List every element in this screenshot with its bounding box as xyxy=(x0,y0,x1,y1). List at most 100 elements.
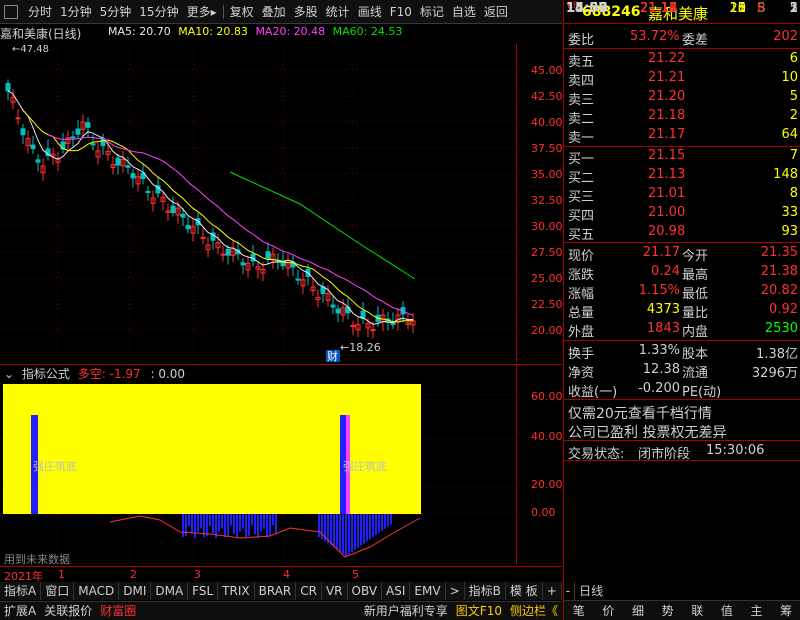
quote-tab[interactable]: 筹 xyxy=(771,602,800,619)
tab-dma[interactable]: DMA xyxy=(151,582,189,600)
stat-value: 1.15% xyxy=(638,283,680,298)
histogram-bar xyxy=(242,514,244,529)
weibi-value: 53.72% xyxy=(630,29,680,44)
tab-template[interactable]: 模 板 xyxy=(506,582,543,600)
tab-dmi[interactable]: DMI xyxy=(119,582,152,600)
quote-tab[interactable]: 笔 xyxy=(564,602,594,619)
indicator-collapse-icon[interactable]: ⌄ xyxy=(4,365,14,383)
draw-line-button[interactable]: 画线 xyxy=(354,0,386,24)
candle-body xyxy=(35,159,41,163)
bid-label: 买三 xyxy=(568,190,595,205)
tab-obv[interactable]: OBV xyxy=(348,582,383,600)
ask-volume: 64 xyxy=(781,127,798,142)
tab-asi[interactable]: ASI xyxy=(382,582,411,600)
bid-price: 21.01 xyxy=(648,186,686,201)
ma-legend: MA5: 20.70 MA10: 20.83 MA20: 20.48 MA60:… xyxy=(108,25,402,38)
high-price-mark: ←47.48 xyxy=(12,44,49,55)
low-price-mark: ←18.26 xyxy=(340,341,381,354)
ask-price: 21.17 xyxy=(648,127,686,142)
tab-vr[interactable]: VR xyxy=(322,582,348,600)
month-label: 3 xyxy=(194,568,201,581)
price-tick: 30.00 xyxy=(531,220,563,233)
histogram-bar xyxy=(257,514,259,538)
status-time: 15:30:06 xyxy=(706,443,765,458)
tab-15min[interactable]: 15分钟 xyxy=(135,0,182,24)
candle-body xyxy=(145,190,151,193)
multi-stock-button[interactable]: 多股 xyxy=(290,0,322,24)
promo-profit-text: 公司已盈利 投票权无差异 xyxy=(568,425,727,441)
stat-value: 1.38亿 xyxy=(756,347,798,362)
divider xyxy=(564,340,800,341)
ask-label: 卖二 xyxy=(568,112,595,127)
candle-body xyxy=(350,325,356,328)
indicator-name[interactable]: 指标公式 xyxy=(22,367,70,381)
tab-window[interactable]: 窗口 xyxy=(41,582,75,600)
tab-indicator-a[interactable]: 指标A xyxy=(0,582,42,600)
ask-volume: 2 xyxy=(789,108,798,123)
quote-tab[interactable]: 势 xyxy=(653,602,683,619)
wealth-circle-button[interactable]: 财富圈 xyxy=(96,602,140,620)
candle-body xyxy=(75,128,81,135)
watchlist-button[interactable]: 自选 xyxy=(448,0,480,24)
weibi-label: 委比 xyxy=(568,33,595,48)
back-button[interactable]: 返回 xyxy=(480,0,512,24)
indicator-chart[interactable]: 强庄筑底 强庄筑底 xyxy=(0,382,516,564)
stat-label: 涨幅 xyxy=(568,287,595,302)
histogram-bar xyxy=(224,514,226,538)
quote-tab[interactable]: 联 xyxy=(683,602,713,619)
tab-5min[interactable]: 5分钟 xyxy=(96,0,136,24)
indicator-second-value: : 0.00 xyxy=(150,367,186,381)
tab-trix[interactable]: TRIX xyxy=(218,582,255,600)
tab-emv[interactable]: EMV xyxy=(410,582,446,600)
histogram-bar xyxy=(239,514,241,532)
candle-body xyxy=(90,143,96,146)
quote-tab[interactable]: 价 xyxy=(594,602,624,619)
tab-indicator-b[interactable]: 指标B xyxy=(465,582,506,600)
histogram-bar xyxy=(333,514,335,548)
fuquan-button[interactable]: 复权 xyxy=(226,0,258,24)
stat-label: 内盘 xyxy=(682,325,709,340)
tab-next-arrow[interactable]: > xyxy=(446,582,465,600)
month-label: 1 xyxy=(58,568,65,581)
f10-button[interactable]: F10 xyxy=(386,0,416,24)
extend-a-button[interactable]: 扩展A xyxy=(0,602,40,620)
histogram-bar xyxy=(348,514,350,554)
promo-profit[interactable]: 公司已盈利 投票权无差异 xyxy=(564,421,800,441)
bid-volume: 33 xyxy=(781,205,798,220)
histogram-bar xyxy=(263,514,265,529)
bid-label: 买四 xyxy=(568,209,595,224)
f10-graphic-button[interactable]: 图文F10 xyxy=(452,602,506,620)
tab-cr[interactable]: CR xyxy=(296,582,322,600)
histogram-bar xyxy=(381,514,383,531)
quote-tab[interactable]: 主 xyxy=(742,602,772,619)
tab-1min[interactable]: 1分钟 xyxy=(56,0,96,24)
promo-level2[interactable]: 仅需20元查看千档行情 xyxy=(564,402,800,422)
zoom-in-button[interactable]: + xyxy=(543,582,562,600)
quote-tab[interactable]: 细 xyxy=(623,602,653,619)
quote-tab[interactable]: 值 xyxy=(712,602,742,619)
more-label: 更多 xyxy=(186,4,211,19)
new-user-promo-link[interactable]: 新用户福利专享 xyxy=(360,602,452,620)
candle-body xyxy=(30,144,36,150)
tab-brar[interactable]: BRAR xyxy=(255,582,297,600)
window-menu-icon[interactable] xyxy=(4,5,18,19)
overlay-button[interactable]: 叠加 xyxy=(258,0,290,24)
weibi-row: 委比 53.72% 委差 202 xyxy=(564,28,800,48)
mark-button[interactable]: 标记 xyxy=(416,0,448,24)
stat-label: 现价 xyxy=(568,249,595,264)
candle-body xyxy=(20,128,26,136)
tab-macd[interactable]: MACD xyxy=(74,582,120,600)
candle-body xyxy=(85,122,91,128)
stats-button[interactable]: 统计 xyxy=(322,0,354,24)
sidebar-toggle-button[interactable]: 侧边栏《 xyxy=(506,602,562,620)
histogram-bar xyxy=(360,514,362,546)
tab-fenshi[interactable]: 分时 xyxy=(24,0,56,24)
more-button[interactable]: 更多▸ xyxy=(183,0,221,24)
histogram-bar xyxy=(330,514,332,546)
stat-label: 换手 xyxy=(568,347,595,362)
kline-chart[interactable]: ←47.48 ←18.26财 xyxy=(0,44,516,362)
related-quotes-button[interactable]: 关联报价 xyxy=(40,602,96,620)
candle-body xyxy=(330,304,336,308)
ask-price: 21.18 xyxy=(648,108,686,123)
tab-fsl[interactable]: FSL xyxy=(188,582,219,600)
